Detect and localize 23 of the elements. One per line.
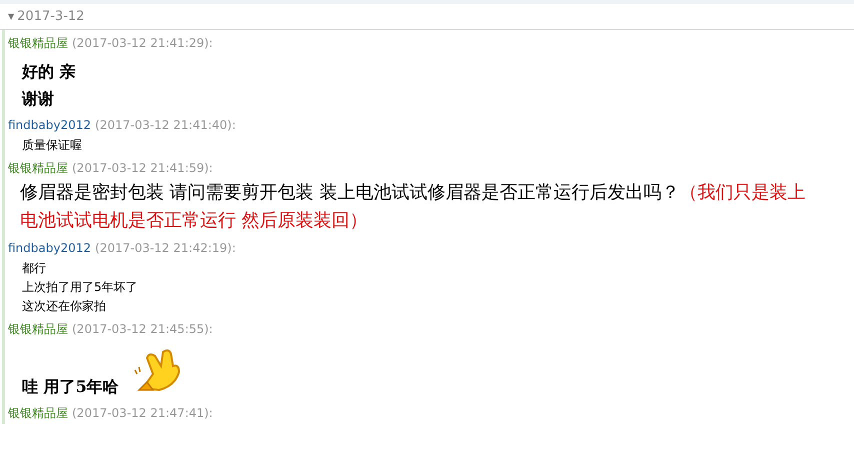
sender-name: 银银精品屋 — [8, 160, 68, 177]
message-text: 都行 — [21, 260, 46, 277]
message-time: (2017-03-12 21:45:55): — [72, 321, 213, 338]
message-text: 这次还在你家拍 — [21, 298, 106, 315]
sender-name: 银银精品屋 — [8, 35, 68, 52]
sender-name: 银银精品屋 — [8, 405, 68, 422]
message-time: (2017-03-12 21:41:40): — [95, 117, 236, 134]
message-text: 电池试试电机是否正常运行 然后原装装回） — [19, 209, 368, 233]
message-text: 谢谢 — [20, 88, 54, 110]
sender-name: findbaby2012 — [8, 240, 92, 257]
message-time: (2017-03-12 21:41:59): — [72, 160, 213, 177]
message-text: 上次拍了用了5年坏了 — [21, 279, 138, 296]
message-text: 修眉器是密封包装 请问需要剪开包装 装上电池试试修眉器是否正常运行后发出吗？（我们只是装上 — [19, 181, 806, 205]
sender-name: 银银精品屋 — [8, 321, 68, 338]
date-header: 2017-3-12 — [17, 8, 84, 26]
sender-name: findbaby2012 — [8, 117, 92, 134]
message-text: 好的 亲 — [20, 61, 76, 83]
message-text: 哇 用了5年哈 — [21, 376, 119, 398]
message-time: (2017-03-12 21:47:41): — [72, 405, 213, 422]
message-time: (2017-03-12 21:42:19): — [95, 240, 236, 257]
message-time: (2017-03-12 21:41:29): — [72, 35, 213, 52]
message-text: 质量保证喔 — [21, 137, 82, 154]
collapse-caret-icon[interactable]: ▼ — [8, 10, 14, 22]
